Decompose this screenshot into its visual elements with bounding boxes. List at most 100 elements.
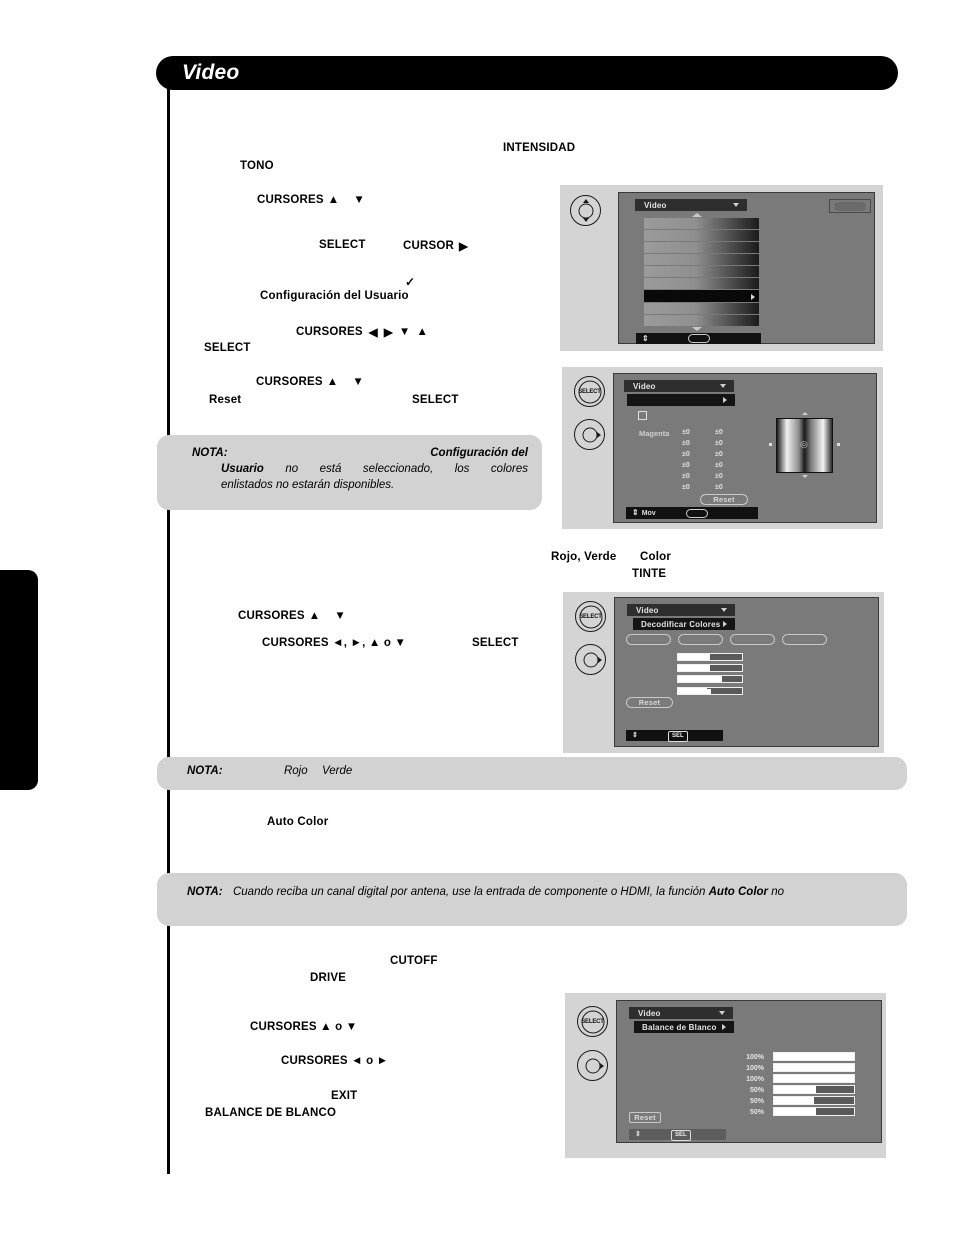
chevron-down-icon-1 [733,203,739,207]
osd-sel-pill-4[interactable]: SEL [671,1130,691,1141]
remote-select-label-4: SELECT [581,1018,604,1025]
arrow-down-icon-4: ▼ [334,610,346,622]
osd-slider[interactable] [773,1107,855,1116]
kw-select-2: SELECT [204,342,251,354]
osd-title-video-1[interactable]: Video [635,199,747,211]
osd-reset-button-2[interactable]: Reset [700,494,748,505]
cursores-label-2: CURSORES [296,326,363,338]
osd-tab-button[interactable] [730,634,775,645]
kw-cursores-all-dirs: CURSORES ◀ ▶ ▼ ▲ [296,325,428,339]
osd-bottom-bar-1: ⇕ [636,333,761,344]
osd-slider[interactable] [773,1074,855,1083]
list-row-highlighted[interactable] [644,290,759,302]
list-row[interactable] [644,266,759,277]
arrow-right-icon: ▶ [459,241,469,253]
note-1-rest: no está seleccionado, los colores [285,463,528,475]
remote-cursor-right-4[interactable] [577,1050,608,1081]
osd-tab-button[interactable] [626,634,671,645]
list-row[interactable] [644,315,759,326]
osd-title-video-4[interactable]: Video [629,1007,733,1019]
scroll-up-icon-1[interactable] [692,213,702,217]
remote-cursor-right-3[interactable] [575,644,606,675]
osd-value[interactable]: ±0 [715,473,723,480]
remote-select-label-2: SELECT [578,388,601,395]
osd-magenta-label: Magenta [639,429,670,438]
pad-right-icon-3 [598,656,602,663]
chevron-down-icon-3 [721,608,727,612]
osd-bottom-pill-1[interactable] [688,334,710,343]
osd-sub-4[interactable]: Balance de Blanco [634,1021,734,1033]
osd-reset-button-4[interactable]: Reset [629,1112,661,1123]
osd-value[interactable]: ±0 [715,440,723,447]
list-row[interactable] [644,303,759,314]
kw-cutoff: CUTOFF [390,955,438,967]
list-row[interactable] [644,230,759,241]
osd-title-label-4: Video [638,1008,661,1018]
osd-screen-3: Video Decodificar Colores Reset ⇕ SEL [614,597,879,747]
osd-bottom-pill-2[interactable] [686,508,708,518]
osd-tab-button[interactable] [678,634,723,645]
note-1-line-1: Configuración del [193,445,528,461]
arrow-down-icon: ▼ [353,194,365,206]
kw-select-1: SELECT [319,239,366,251]
kw-tinte: TINTE [632,568,667,580]
osd-checkbox-2[interactable] [638,411,647,420]
remote-select-button-3[interactable]: SELECT [575,601,606,632]
osd-bottom-bar-2: ⇕ Mov [626,507,758,519]
osd-slider[interactable] [773,1063,855,1072]
osd-value[interactable]: ±0 [682,462,690,469]
scroll-down-icon-1[interactable] [692,327,702,331]
move-updown-icon-2: ⇕ [632,508,639,517]
osd-title-video-3[interactable]: Video [627,604,735,616]
osd-sub-3[interactable]: Decodificar Colores [633,618,735,630]
osd-value[interactable]: ±0 [682,440,690,447]
remote-select-button-4[interactable]: SELECT [577,1006,608,1037]
note-box-3: NOTA: Cuando reciba un canal digital por… [157,873,907,926]
list-row[interactable] [644,242,759,253]
move-updown-icon-3: ⇕ [632,732,638,739]
osd-bottom-label-2: Mov [641,509,656,517]
osd-sel-pill-3[interactable]: SEL [668,731,688,742]
list-row[interactable] [644,254,759,265]
osd-slider[interactable] [773,1052,855,1061]
remote-select-button-2[interactable]: SELECT [574,376,605,407]
osd-value[interactable]: ±0 [715,429,723,436]
osd-corner-button-1[interactable] [834,202,866,211]
osd-slider[interactable] [677,664,743,672]
pad-right-icon-2 [597,431,601,438]
osd-sub-label-4: Balance de Blanco [642,1022,717,1032]
cursores-label-1: CURSORES [257,194,324,206]
osd-slider[interactable] [677,653,743,661]
kw-cursores-updown-2: CURSORES ▲ ▼ [256,376,364,388]
osd-value[interactable]: ±0 [682,484,690,491]
osd-sub-2[interactable] [627,394,735,406]
remote-cursor-pad-1[interactable] [570,195,601,226]
osd-reset-button-3[interactable]: Reset [626,697,673,708]
content-left-rule [167,88,170,1174]
osd-slider[interactable] [677,687,743,695]
row-arrow-right-icon [751,294,755,300]
osd-slider[interactable] [773,1085,855,1094]
osd-value[interactable]: ±0 [715,484,723,491]
osd-value[interactable]: ±0 [682,473,690,480]
list-row[interactable] [644,278,759,289]
osd-slider[interactable] [677,675,743,683]
chevron-right-icon-3 [723,621,727,627]
osd-tab-button[interactable] [782,634,827,645]
kw-cursores-leftright: CURSORES ◄ o ► [281,1055,389,1067]
osd-value[interactable]: ±0 [682,451,690,458]
kw-cursores-updown-1: CURSORES ▲ ▼ [257,194,365,206]
note-2-italic-1: Rojo [283,765,308,777]
osd-value[interactable]: ±0 [715,451,723,458]
pad-right-icon-4 [600,1062,604,1069]
list-row[interactable] [644,218,759,229]
arrow-up-icon-4: ▲ [308,610,321,622]
remote-cursor-right-2[interactable] [574,419,605,450]
osd-value[interactable]: ±0 [715,462,723,469]
osd-value[interactable]: ±0 [682,429,690,436]
arrow-up-icon: ▲ [327,194,340,206]
osd-title-label-1: Video [644,200,667,210]
kw-color: Color [640,551,672,563]
osd-slider[interactable] [773,1096,855,1105]
osd-title-video-2[interactable]: Video [624,380,734,392]
